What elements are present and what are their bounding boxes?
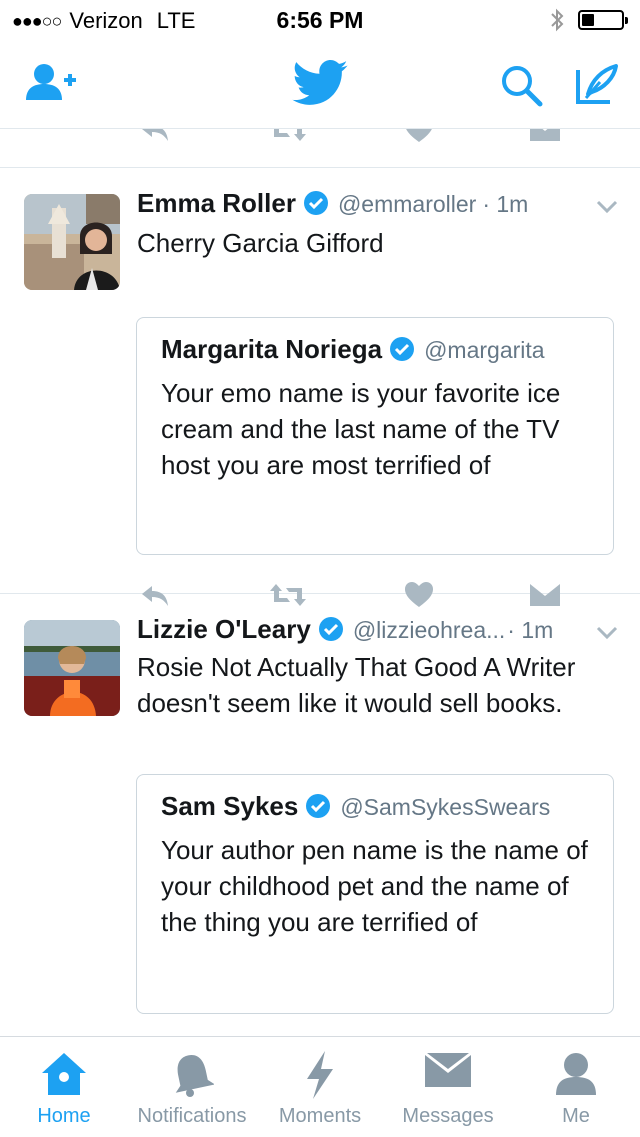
avatar[interactable] bbox=[24, 194, 120, 290]
quoted-tweet-text: Your emo name is your favorite ice cream… bbox=[161, 378, 561, 480]
author-handle[interactable]: @lizzieohrea... bbox=[353, 617, 505, 644]
quoted-tweet[interactable]: Sam Sykes @SamSykesSwears Your author pe… bbox=[136, 774, 614, 1014]
author-name[interactable]: Lizzie O'Leary bbox=[137, 614, 311, 645]
quoted-tweet-header: Sam Sykes @SamSykesSwears bbox=[161, 791, 593, 822]
status-right bbox=[550, 8, 628, 32]
status-bar: ●●●○○ Verizon LTE 6:56 PM bbox=[0, 0, 640, 40]
lightning-icon bbox=[307, 1051, 333, 1099]
tab-label-me: Me bbox=[562, 1105, 590, 1127]
search-icon[interactable] bbox=[500, 64, 544, 108]
quoted-tweet[interactable]: Margarita Noriega @margarita Your emo na… bbox=[136, 317, 614, 555]
bottom-tab-bar: Home Notifications Moments Messages Me bbox=[0, 1036, 640, 1137]
quoted-author-handle: @margarita bbox=[424, 337, 545, 363]
avatar[interactable] bbox=[24, 620, 120, 716]
direct-message-icon[interactable] bbox=[530, 129, 560, 145]
quoted-author-name: Margarita Noriega bbox=[161, 334, 383, 364]
previous-tweet-actions bbox=[0, 129, 640, 168]
envelope-icon bbox=[425, 1053, 471, 1087]
tweet-text: Rosie Not Actually That Good A Writer do… bbox=[137, 652, 576, 718]
reply-icon[interactable] bbox=[140, 129, 170, 145]
tweet-header: Lizzie O'Leary @lizzieohrea... · 1m bbox=[137, 614, 553, 645]
twitter-bird-icon[interactable] bbox=[292, 60, 348, 106]
top-nav-bar bbox=[0, 40, 640, 129]
tweet-timestamp: · 1m bbox=[482, 191, 529, 217]
tab-me[interactable]: Me bbox=[512, 1037, 640, 1137]
quoted-tweet-text: Your author pen name is the name of your… bbox=[161, 835, 588, 937]
quoted-tweet-header: Margarita Noriega @margarita bbox=[161, 334, 593, 365]
tab-moments[interactable]: Moments bbox=[256, 1037, 384, 1137]
quoted-author-handle: @SamSykesSwears bbox=[340, 794, 551, 820]
status-time: 6:56 PM bbox=[276, 7, 364, 33]
tab-messages[interactable]: Messages bbox=[384, 1037, 512, 1137]
retweet-icon[interactable] bbox=[270, 129, 306, 145]
verified-badge-icon bbox=[318, 617, 343, 641]
chevron-down-icon[interactable] bbox=[596, 626, 618, 640]
tweet-text: Cherry Garcia Gifford bbox=[137, 228, 384, 258]
verified-badge-icon bbox=[390, 337, 415, 361]
tab-label-moments: Moments bbox=[278, 1105, 362, 1127]
author-handle[interactable]: @emmaroller bbox=[338, 191, 476, 218]
home-icon bbox=[42, 1053, 86, 1095]
tab-notifications[interactable]: Notifications bbox=[128, 1037, 256, 1137]
verified-badge-icon bbox=[303, 191, 328, 215]
avatar-photo bbox=[24, 194, 120, 290]
tab-label-notifications: Notifications bbox=[137, 1105, 247, 1127]
person-icon bbox=[556, 1053, 596, 1095]
like-icon[interactable] bbox=[404, 129, 434, 145]
tweet-timestamp: · 1m bbox=[507, 617, 554, 643]
chevron-down-icon[interactable] bbox=[596, 200, 618, 214]
compose-icon[interactable] bbox=[574, 62, 620, 108]
tweet[interactable]: Emma Roller @emmaroller · 1m Cherry Garc… bbox=[0, 168, 640, 607]
timeline-feed[interactable]: Emma Roller @emmaroller · 1m Cherry Garc… bbox=[0, 129, 640, 1035]
add-user-icon[interactable] bbox=[26, 62, 78, 104]
tab-home[interactable]: Home bbox=[0, 1037, 128, 1137]
tweet[interactable]: Lizzie O'Leary @lizzieohrea... · 1m Rosi… bbox=[0, 594, 640, 1035]
tweet-header: Emma Roller @emmaroller · 1m bbox=[137, 188, 528, 219]
avatar-photo bbox=[24, 620, 120, 716]
quoted-author-name: Sam Sykes bbox=[161, 791, 299, 821]
battery-icon bbox=[578, 10, 628, 30]
bluetooth-icon bbox=[551, 8, 564, 32]
bell-icon bbox=[175, 1055, 214, 1097]
author-name[interactable]: Emma Roller bbox=[137, 188, 296, 219]
verified-badge-icon bbox=[306, 794, 331, 818]
tab-label-messages: Messages bbox=[402, 1105, 494, 1127]
